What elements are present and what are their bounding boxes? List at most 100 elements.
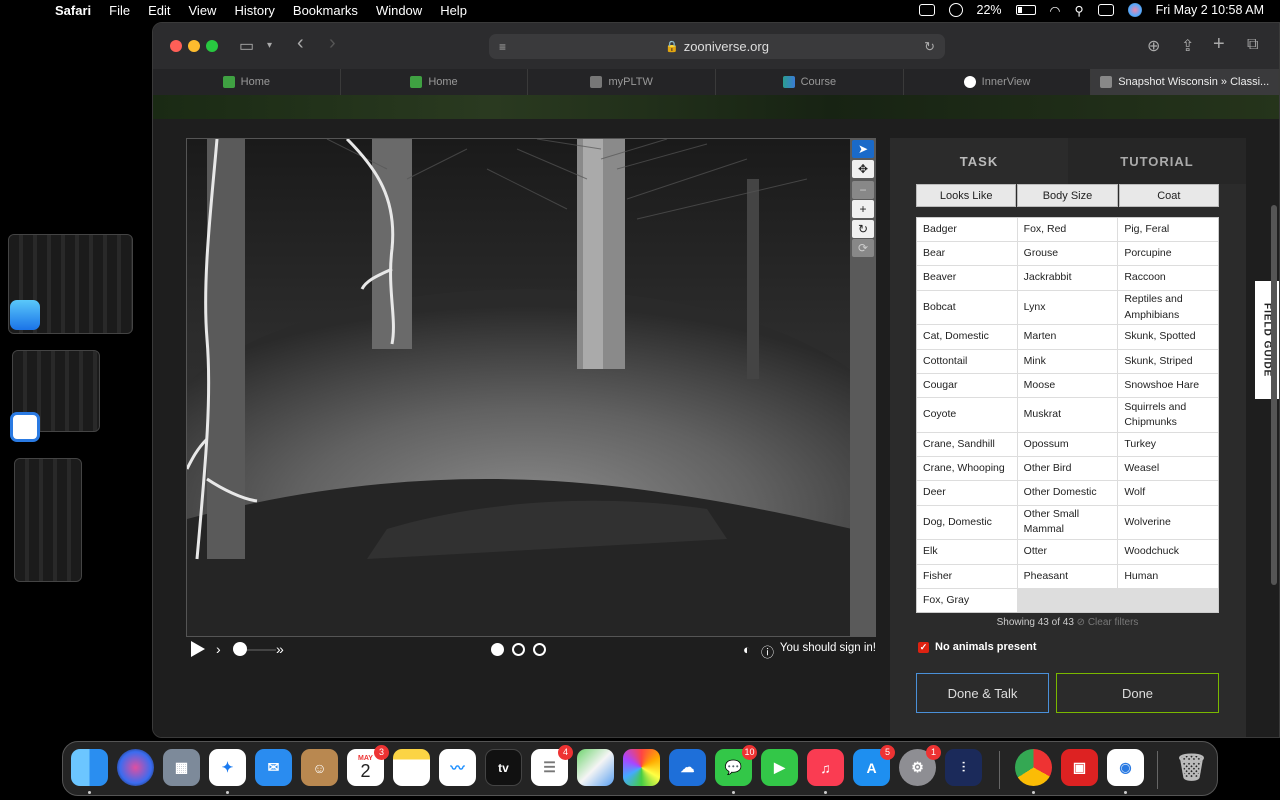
- species-choice-button[interactable]: Opossum: [1017, 432, 1118, 457]
- species-choice-button[interactable]: Beaver: [917, 266, 1017, 290]
- weather-icon[interactable]: ☁: [669, 749, 706, 786]
- species-choice-button[interactable]: Moose: [1017, 373, 1118, 398]
- species-choice-button[interactable]: Bear: [917, 242, 1017, 266]
- tab-home-2[interactable]: Home: [341, 69, 529, 95]
- done-button[interactable]: Done: [1056, 673, 1219, 713]
- tab-groups-chevron-icon[interactable]: ▾: [267, 40, 272, 51]
- no-animals-checkbox[interactable]: ✓ No animals present: [918, 641, 1036, 653]
- species-choice-button[interactable]: Crane, Whooping: [917, 457, 1017, 481]
- minimize-window-button[interactable]: [188, 40, 200, 52]
- species-choice-button[interactable]: Otter: [1017, 540, 1118, 564]
- clear-filters-link[interactable]: ⊘ Clear filters: [1077, 617, 1139, 628]
- rotate-icon[interactable]: ↻: [852, 220, 874, 238]
- species-choice-button[interactable]: Elk: [917, 540, 1017, 564]
- page-menu-icon[interactable]: ≡: [499, 40, 506, 54]
- tab-home-1[interactable]: Home: [153, 69, 341, 95]
- photo-booth-icon[interactable]: ▣: [1061, 749, 1098, 786]
- menu-edit[interactable]: Edit: [139, 3, 179, 18]
- music-icon[interactable]: ♫: [807, 749, 844, 786]
- species-choice-button[interactable]: Squirrels and Chipmunks: [1118, 398, 1218, 432]
- species-choice-button[interactable]: Other Bird: [1017, 457, 1118, 481]
- forward-icon[interactable]: ›: [329, 32, 336, 55]
- play-icon[interactable]: [191, 641, 205, 657]
- species-choice-button[interactable]: Crane, Sandhill: [917, 432, 1017, 457]
- shield-status-icon[interactable]: [918, 4, 935, 16]
- tab-course[interactable]: Course: [716, 69, 904, 95]
- menu-file[interactable]: File: [100, 3, 139, 18]
- zoom-in-icon[interactable]: +: [852, 200, 874, 218]
- species-choice-button[interactable]: Raccoon: [1118, 266, 1218, 290]
- menu-bookmarks[interactable]: Bookmarks: [284, 3, 367, 18]
- filter-looks-like-button[interactable]: Looks Like: [916, 184, 1017, 207]
- system-settings-icon[interactable]: ⚙ 1: [899, 745, 941, 786]
- zoom-out-icon[interactable]: −: [852, 181, 874, 199]
- siri-icon[interactable]: [1127, 3, 1142, 17]
- species-choice-button[interactable]: Jackrabbit: [1017, 266, 1118, 290]
- frame-dot-3[interactable]: [533, 643, 546, 656]
- trash-icon[interactable]: 🗑: [1173, 749, 1210, 786]
- species-choice-button[interactable]: Fox, Red: [1017, 218, 1118, 242]
- spotlight-search-icon[interactable]: ⚲: [1074, 3, 1083, 18]
- filter-body-size-button[interactable]: Body Size: [1017, 184, 1118, 207]
- audio-app-icon[interactable]: ⫶: [945, 749, 982, 786]
- calendar-icon[interactable]: MAY 2 3: [347, 745, 389, 786]
- fast-forward-icon[interactable]: »: [276, 641, 284, 657]
- species-choice-button[interactable]: Marten: [1017, 325, 1118, 349]
- control-center-icon[interactable]: [1097, 4, 1114, 16]
- species-choice-button[interactable]: Deer: [917, 481, 1017, 505]
- species-choice-button[interactable]: Turkey: [1118, 432, 1218, 457]
- tab-overview-icon[interactable]: ⧉: [1247, 36, 1258, 54]
- contacts-icon[interactable]: ☺: [301, 749, 338, 786]
- vpn-app-icon[interactable]: ◉: [1107, 749, 1144, 786]
- wifi-icon[interactable]: ◠: [1050, 3, 1061, 18]
- checkbox-checked-icon[interactable]: ✓: [918, 641, 929, 653]
- close-window-button[interactable]: [170, 40, 182, 52]
- species-choice-button[interactable]: Other Small Mammal: [1017, 505, 1118, 540]
- species-choice-button[interactable]: Wolf: [1118, 481, 1218, 505]
- launchpad-icon[interactable]: ▦: [163, 749, 200, 786]
- species-choice-button[interactable]: Fox, Gray: [917, 588, 1017, 612]
- tab-task[interactable]: TASK: [890, 138, 1068, 184]
- species-choice-button[interactable]: Fisher: [917, 564, 1017, 588]
- species-choice-button[interactable]: Reptiles and Amphibians: [1118, 290, 1218, 325]
- species-choice-button[interactable]: Cat, Domestic: [917, 325, 1017, 349]
- step-forward-icon[interactable]: ›: [216, 641, 221, 657]
- stage-manager-window-thumbnail[interactable]: [14, 458, 82, 582]
- tab-innerview[interactable]: InnerView: [904, 69, 1092, 95]
- menu-history[interactable]: History: [225, 3, 283, 18]
- species-choice-button[interactable]: Mink: [1017, 349, 1118, 373]
- species-choice-button[interactable]: Wolverine: [1118, 505, 1218, 540]
- frame-dot-1[interactable]: [491, 643, 504, 656]
- species-choice-button[interactable]: Snowshoe Hare: [1118, 373, 1218, 398]
- species-choice-button[interactable]: Grouse: [1017, 242, 1118, 266]
- species-choice-button[interactable]: Badger: [917, 218, 1017, 242]
- species-choice-button[interactable]: Woodchuck: [1118, 540, 1218, 564]
- menu-app-name[interactable]: Safari: [46, 3, 100, 18]
- battery-icon[interactable]: [1015, 5, 1036, 15]
- siri-icon[interactable]: [117, 749, 154, 786]
- species-choice-button[interactable]: Pheasant: [1017, 564, 1118, 588]
- done-and-talk-button[interactable]: Done & Talk: [916, 673, 1049, 713]
- sidebar-toggle-icon[interactable]: ▭: [239, 36, 254, 56]
- camera-trap-image[interactable]: [186, 138, 851, 637]
- species-choice-button[interactable]: Skunk, Spotted: [1118, 325, 1218, 349]
- facetime-icon[interactable]: ▶: [761, 749, 798, 786]
- tab-snapshot-wisconsin[interactable]: Snapshot Wisconsin » Classi...: [1091, 69, 1279, 95]
- pointer-tool-icon[interactable]: ➤: [852, 140, 874, 158]
- info-icon[interactable]: ⓘ: [761, 642, 774, 661]
- species-choice-button[interactable]: Dog, Domestic: [917, 505, 1017, 540]
- play-status-icon[interactable]: [948, 3, 963, 17]
- species-choice-button[interactable]: Human: [1118, 564, 1218, 588]
- address-bar[interactable]: ≡ 🔒 zooniverse.org ↻: [489, 34, 945, 59]
- freeform-icon[interactable]: 〰: [439, 749, 476, 786]
- new-tab-icon[interactable]: +: [1213, 33, 1225, 56]
- reset-icon[interactable]: ⟳: [852, 239, 874, 257]
- safari-icon[interactable]: ✦: [209, 749, 246, 786]
- messages-icon[interactable]: 💬 10: [715, 745, 757, 786]
- filter-coat-button[interactable]: Coat: [1118, 184, 1219, 207]
- menu-view[interactable]: View: [180, 3, 226, 18]
- app-store-icon[interactable]: A 5: [853, 745, 895, 786]
- reminders-icon[interactable]: ☰ 4: [531, 745, 573, 786]
- tab-mypltw[interactable]: myPLTW: [528, 69, 717, 95]
- apple-tv-icon[interactable]: tv: [485, 749, 522, 786]
